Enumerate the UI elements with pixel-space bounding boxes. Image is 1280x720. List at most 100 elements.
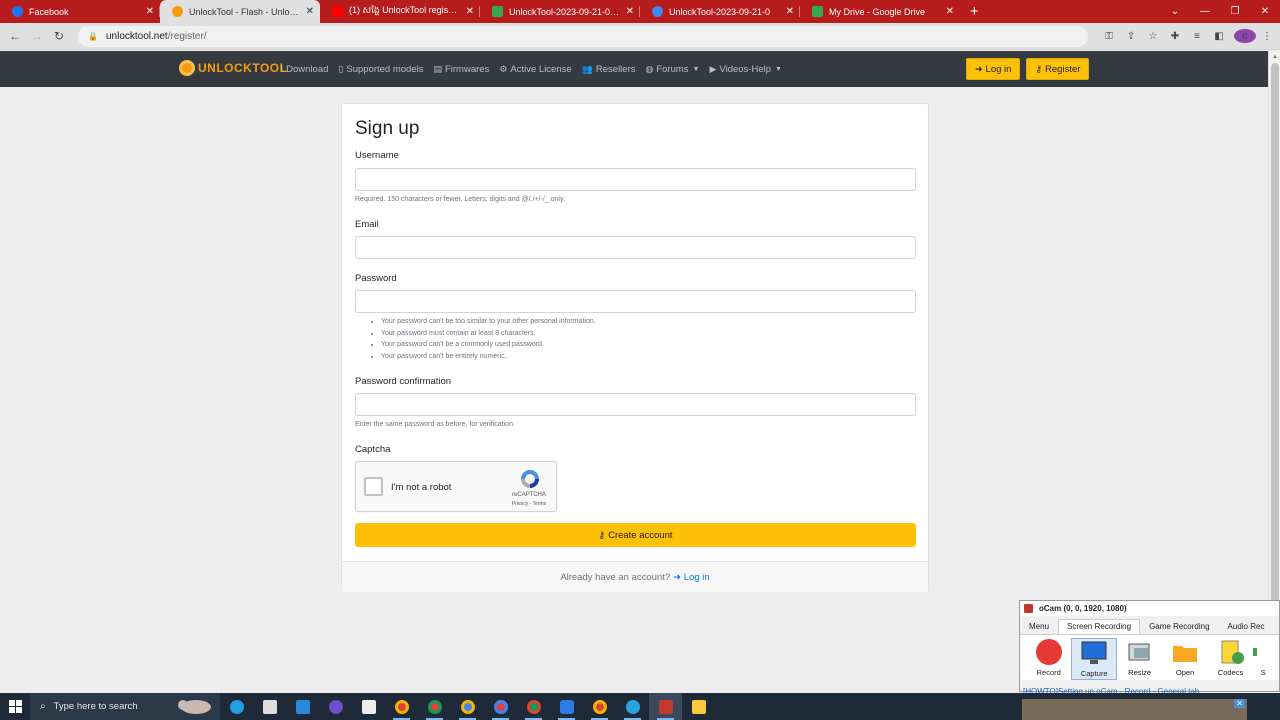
chrome-taskbar-icon[interactable] [451, 693, 484, 720]
ocam-codecs-button[interactable]: Codecs [1208, 638, 1253, 680]
close-tab-icon[interactable]: ✕ [626, 6, 634, 17]
username-input[interactable] [355, 168, 916, 191]
new-tab-button[interactable]: + [960, 0, 989, 23]
mail-taskbar-icon[interactable] [286, 693, 319, 720]
nav-link-supported-models[interactable]: ▯ Supported models [338, 64, 423, 75]
login-button[interactable]: ➜ Log in [966, 58, 1021, 80]
extensions-icon[interactable]: ✚ [1164, 31, 1186, 42]
recaptcha-widget: I'm not a robot reCAPTCHA Privacy - Term… [355, 461, 557, 512]
ocam-taskbar-icon[interactable] [649, 693, 682, 720]
browser-tab-youtube[interactable]: (1) សង្ហៃ UnlockTool register Ac ✕ [320, 0, 480, 23]
file-explorer-taskbar-icon[interactable] [682, 693, 715, 720]
media-player-taskbar-icon[interactable] [319, 693, 352, 720]
star-icon[interactable]: ☆ [1142, 31, 1164, 42]
ocam-open-button[interactable]: Open [1162, 638, 1207, 680]
restore-icon[interactable]: ❐ [1220, 6, 1250, 17]
password-rule: Your password can't be entirely numeric. [381, 351, 596, 363]
register-button[interactable]: ⚷ Register [1026, 58, 1090, 80]
start-button[interactable] [0, 693, 30, 720]
vertical-scrollbar[interactable]: ▲ [1268, 51, 1280, 691]
caret-down-icon: ▼ [775, 65, 782, 73]
profile-avatar[interactable]: c [1234, 29, 1256, 43]
password-rule: Your password can't be too similar to yo… [381, 316, 596, 328]
minimize-icon[interactable]: — [1190, 6, 1220, 17]
close-ad-icon[interactable]: ✕ [1234, 699, 1245, 708]
ocam-resize-button[interactable]: Resize [1117, 638, 1162, 680]
ocam-tab-menu[interactable]: Menu [1020, 619, 1058, 634]
share-icon[interactable]: ⇪ [1120, 31, 1142, 42]
tool-label: Resize [1128, 668, 1152, 677]
ocam-capture-button[interactable]: Capture [1071, 638, 1117, 680]
browser-tab-my-drive[interactable]: My Drive - Google Drive ✕ [800, 0, 960, 23]
lock-icon[interactable]: 🔒 [88, 32, 98, 41]
password-input[interactable] [355, 290, 916, 313]
ocam-tab-game-recording[interactable]: Game Recording [1140, 619, 1218, 634]
side-panel-icon[interactable]: ◧ [1208, 31, 1230, 42]
store-taskbar-icon[interactable] [253, 693, 286, 720]
email-label: Email [355, 219, 379, 230]
email-input[interactable] [355, 236, 916, 259]
search-icon: ⌕ [40, 701, 46, 712]
close-tab-icon[interactable]: ✕ [146, 6, 154, 17]
create-account-button[interactable]: ⚷ Create account [355, 523, 916, 547]
scroll-up-icon[interactable]: ▲ [1272, 54, 1278, 60]
nav-link-label: Forums [656, 63, 689, 75]
browser-tab-drive-file[interactable]: UnlockTool-2023-09-21-0.rar - G ✕ [480, 0, 640, 23]
reload-icon[interactable]: ↻ [48, 29, 70, 43]
nav-link-resellers[interactable]: 👥 Resellers [582, 64, 636, 75]
nav-link-firmwares[interactable]: ▤ Firmwares [433, 64, 489, 75]
chrome-taskbar-icon[interactable] [583, 693, 616, 720]
logo-text: UNLOCKTOOL [198, 61, 288, 75]
key-icon[interactable]: ⚿ [1098, 31, 1120, 42]
telegram-taskbar-icon[interactable] [616, 693, 649, 720]
menu-kebab-icon[interactable]: ⋮ [1256, 31, 1278, 42]
ocam-titlebar[interactable]: oCam (0, 0, 1920, 1080) [1020, 601, 1279, 616]
url-input[interactable]: 🔒 unlocktool.net/register/ [78, 25, 1088, 47]
edge-taskbar-icon[interactable] [220, 693, 253, 720]
telegram-favicon-icon [652, 6, 663, 17]
ad-banner-image[interactable]: ✕ [1022, 699, 1247, 720]
search-highlight-image [178, 700, 211, 714]
close-window-icon[interactable]: ✕ [1250, 6, 1280, 17]
reading-list-icon[interactable]: ≡ [1186, 31, 1208, 42]
remote-app-taskbar-icon[interactable] [550, 693, 583, 720]
back-arrow-icon[interactable]: ← [4, 29, 26, 43]
nav-link-videos-help[interactable]: ▶ Videos-Help ▼ [710, 64, 782, 75]
chrome-taskbar-icon[interactable] [385, 693, 418, 720]
close-tab-icon[interactable]: ✕ [466, 6, 474, 17]
footer-login-link[interactable]: ➜ Log in [673, 572, 710, 583]
tab-title: UnlockTool-2023-09-21-0 [669, 6, 771, 17]
taskbar-search-box[interactable]: ⌕ Type here to search [30, 693, 220, 720]
chrome-taskbar-icon[interactable] [418, 693, 451, 720]
ocam-tab-screen-recording[interactable]: Screen Recording [1058, 619, 1141, 634]
nav-link-download[interactable]: ⭳ Download [280, 61, 328, 77]
password-confirmation-input[interactable] [355, 393, 916, 416]
folder-icon: ▤ [433, 63, 442, 74]
password-label: Password [355, 273, 397, 284]
nav-link-label: Resellers [595, 63, 636, 75]
tab-title: UnlockTool - Flash - Unlock Boot [189, 6, 300, 17]
close-tab-icon[interactable]: ✕ [946, 6, 954, 17]
browser-tab-facebook[interactable]: Facebook ✕ [0, 0, 160, 23]
recaptcha-terms-link[interactable]: Privacy - Terms [506, 501, 552, 507]
nav-link-active-license[interactable]: ⚙ Active License [499, 64, 571, 75]
chrome-taskbar-icon[interactable] [484, 693, 517, 720]
close-tab-icon[interactable]: ✕ [786, 6, 794, 17]
footer-login-label: Log in [683, 571, 710, 583]
app-taskbar-icon[interactable] [352, 693, 385, 720]
site-logo[interactable]: UNLOCKTOOL [179, 60, 287, 76]
scrollbar-thumb[interactable] [1271, 63, 1279, 683]
unlocktool-favicon-icon [172, 6, 183, 17]
close-tab-icon[interactable]: ✕ [306, 6, 314, 17]
tab-search-icon[interactable]: ⌄ [1160, 6, 1190, 17]
nav-link-forums[interactable]: ◍ Forums ▼ [646, 64, 700, 75]
ocam-record-button[interactable]: Record [1026, 638, 1071, 680]
browser-tab-download[interactable]: UnlockTool-2023-09-21-0 ✕ [640, 0, 800, 23]
chrome-taskbar-icon[interactable] [517, 693, 550, 720]
ocam-sound-button[interactable]: S [1253, 638, 1273, 680]
google-drive-favicon-icon [492, 6, 503, 17]
ocam-tab-audio-recording[interactable]: Audio Rec [1219, 619, 1274, 634]
forward-arrow-icon[interactable]: → [26, 29, 48, 43]
recaptcha-checkbox[interactable] [364, 477, 383, 496]
browser-tab-unlocktool[interactable]: UnlockTool - Flash - Unlock Boot ✕ [160, 0, 320, 23]
